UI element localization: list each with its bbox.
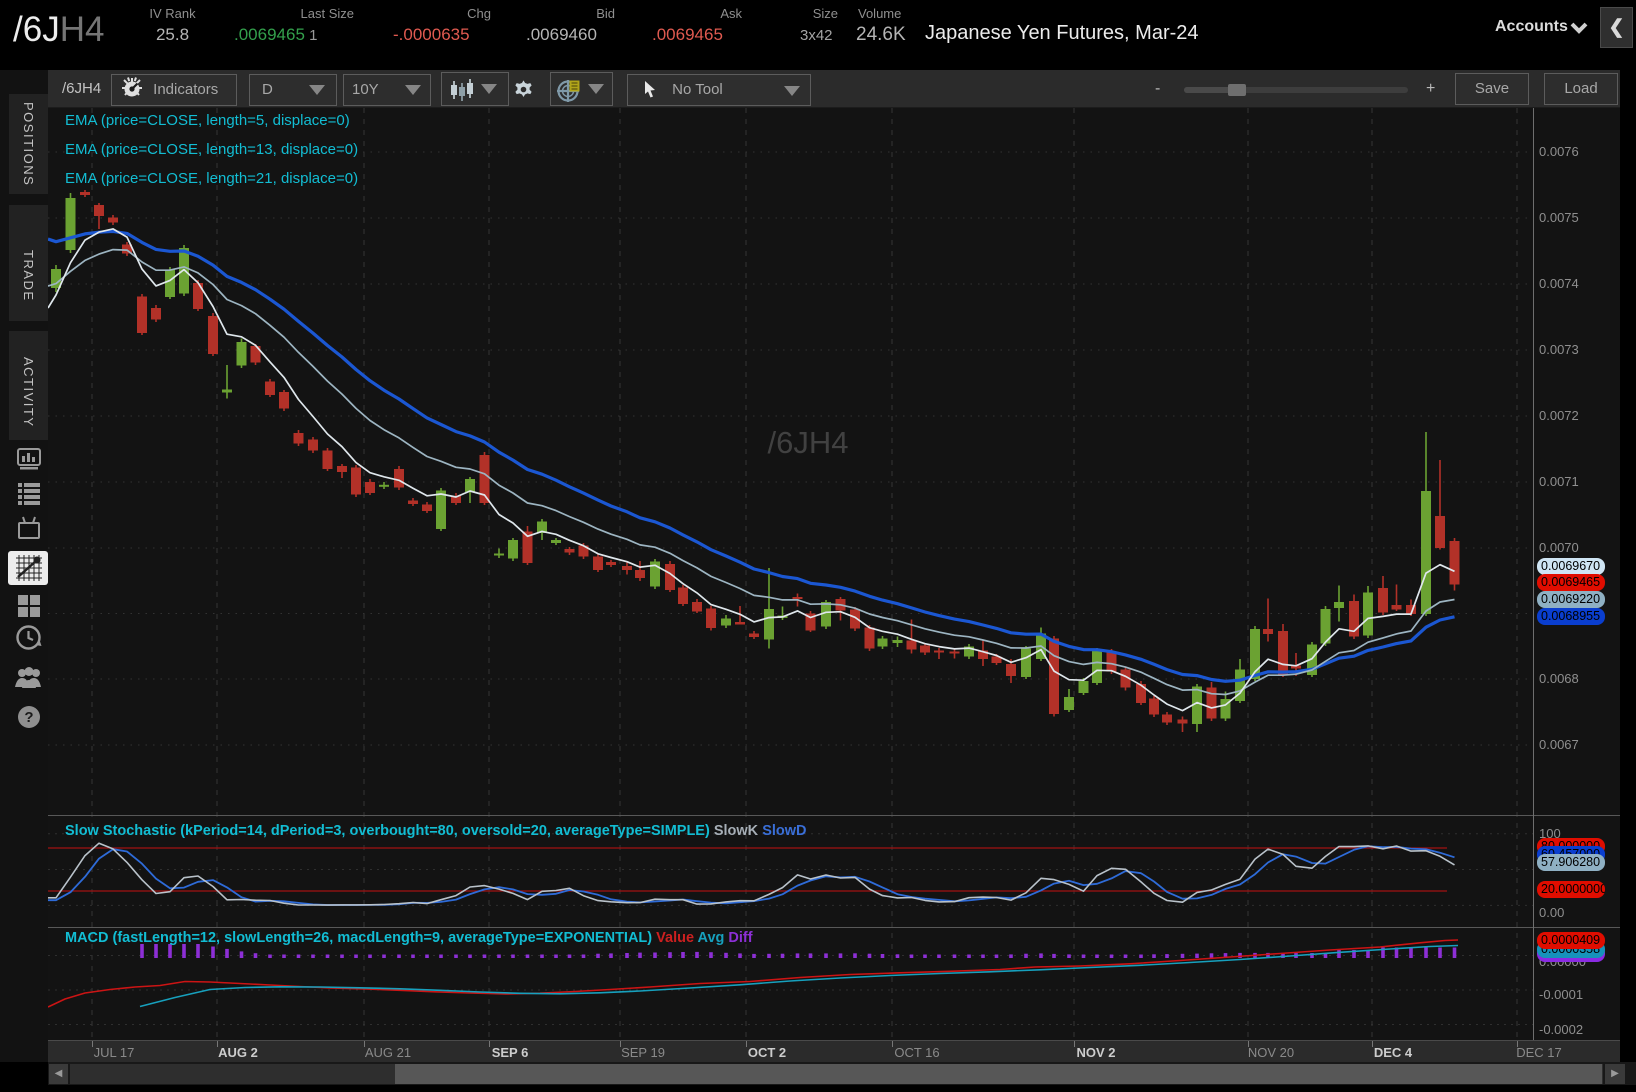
svg-text:/6JH4: /6JH4 xyxy=(768,425,849,460)
svg-text:?: ? xyxy=(24,709,33,726)
